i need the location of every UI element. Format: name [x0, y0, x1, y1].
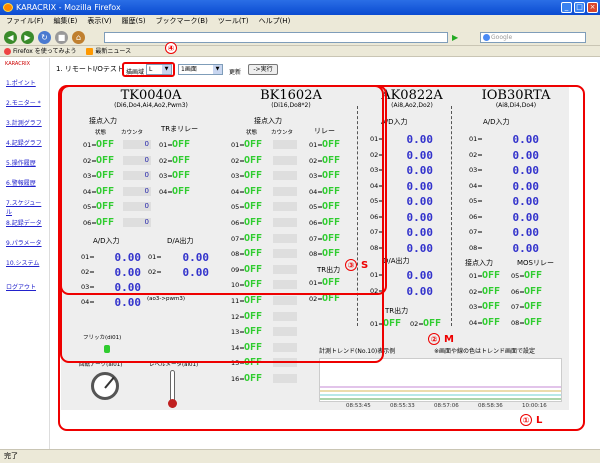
menu-file[interactable]: ファイル(F): [6, 15, 44, 28]
sidebar-item-record-graph[interactable]: 4.記録グラフ: [0, 135, 49, 155]
sidebar-item-parameter[interactable]: 9.パラメータ: [0, 235, 49, 255]
chevron-down-icon: ▼: [213, 65, 222, 74]
menu-tools[interactable]: ツール(T): [218, 15, 249, 28]
sidebar-item-monitor[interactable]: 2.モニター *: [0, 95, 49, 115]
search-input[interactable]: Google: [480, 32, 586, 43]
firefox-icon: [3, 3, 13, 12]
menu-view[interactable]: 表示(V): [87, 15, 111, 28]
annotation-label-L: ①L: [520, 414, 542, 426]
navigation-toolbar: ◀ ▶ ↻ ■ ⌂ ▶ Google: [0, 28, 600, 46]
title-bar: KARACRIX - Mozilla Firefox _ □ ×: [0, 0, 600, 15]
window-title: KARACRIX - Mozilla Firefox: [16, 3, 121, 12]
update-label: 更新: [229, 69, 242, 76]
sidebar-item-point[interactable]: 1.ポイント: [0, 75, 49, 95]
back-icon[interactable]: ◀: [4, 31, 17, 44]
bookmark-getting-started[interactable]: Firefox を使ってみよう: [4, 46, 76, 57]
minimize-button[interactable]: _: [561, 2, 572, 13]
bookmarks-toolbar: Firefox を使ってみよう 最新ニュース: [0, 46, 600, 57]
home-icon[interactable]: ⌂: [72, 31, 85, 44]
sidebar-item-logout[interactable]: ログアウト: [0, 279, 49, 299]
sidebar-item-schedule[interactable]: 7.スケジュール: [0, 195, 49, 216]
menu-bar: ファイル(F) 編集(E) 表示(V) 履歴(S) ブックマーク(B) ツール(…: [0, 15, 600, 28]
main-content: 1. リモートI/Oテスト 描画域 L ▼ 1画面 ▼ 更新 ->実行 TK0040…: [51, 42, 600, 449]
firefox-bookmark-icon: [4, 48, 11, 55]
annotation-label-M: ②M: [428, 333, 454, 345]
annotation-box-S: [60, 85, 387, 295]
sidebar-item-alarm-history[interactable]: 6.警報履歴: [0, 175, 49, 195]
sidebar: KARACRIX 1.ポイント 2.モニター * 3.計測グラフ 4.記録グラフ…: [0, 58, 50, 449]
close-button[interactable]: ×: [587, 2, 598, 13]
exec-button[interactable]: ->実行: [248, 64, 278, 75]
url-bar[interactable]: [104, 32, 448, 43]
page-title: 1. リモートI/Oテスト: [56, 65, 124, 73]
menu-help[interactable]: ヘルプ(H): [259, 15, 291, 28]
screen-select[interactable]: 1画面 ▼: [178, 64, 223, 75]
maximize-button[interactable]: □: [574, 2, 585, 13]
google-icon: [483, 34, 490, 41]
sidebar-item-system[interactable]: 10.システム: [0, 255, 49, 275]
rss-icon: [86, 48, 94, 55]
bookmark-latest-news[interactable]: 最新ニュース: [86, 46, 131, 57]
annotation-label-select: ④: [165, 42, 181, 54]
stop-icon[interactable]: ■: [55, 31, 68, 44]
forward-icon[interactable]: ▶: [21, 31, 34, 44]
sidebar-item-operation-history[interactable]: 5.操作履歴: [0, 155, 49, 175]
annotation-box-select: [122, 62, 175, 77]
menu-edit[interactable]: 編集(E): [54, 15, 78, 28]
menu-bookmarks[interactable]: ブックマーク(B): [156, 15, 208, 28]
sidebar-item-measure-graph[interactable]: 3.計測グラフ: [0, 115, 49, 135]
sidebar-item-record-data[interactable]: 8.記録データ: [0, 215, 49, 235]
menu-history[interactable]: 履歴(S): [122, 15, 146, 28]
reload-icon[interactable]: ↻: [38, 31, 51, 44]
brand-label: KARACRIX: [5, 61, 31, 67]
go-icon[interactable]: ▶: [452, 32, 463, 43]
status-bar: 完了: [0, 449, 600, 463]
annotation-label-S: ③S: [345, 259, 368, 271]
